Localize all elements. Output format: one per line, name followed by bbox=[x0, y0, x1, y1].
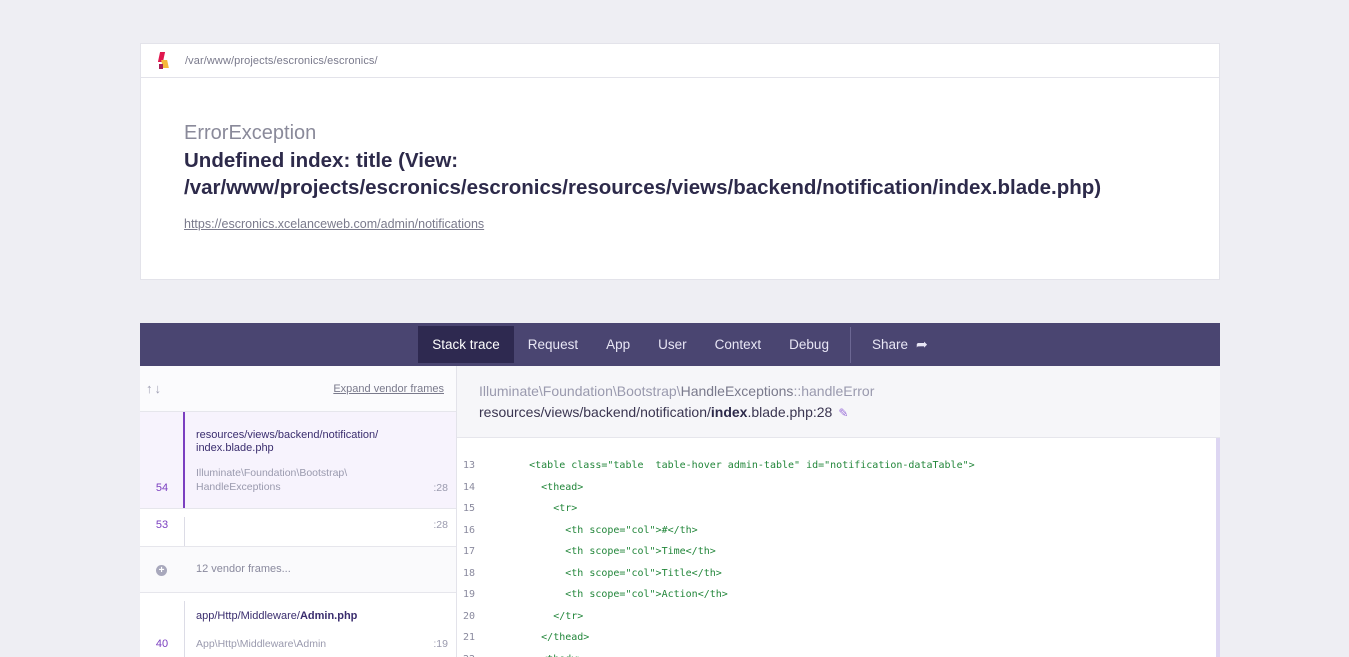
line-source: <tr> bbox=[493, 503, 578, 515]
tab-user[interactable]: User bbox=[644, 326, 701, 363]
frame-line: :19 bbox=[433, 638, 448, 650]
up-down-arrows-icon[interactable]: ↑↓ bbox=[146, 381, 163, 396]
tab-debug[interactable]: Debug bbox=[775, 326, 843, 363]
request-url-link[interactable]: https://escronics.xcelanceweb.com/admin/… bbox=[184, 217, 484, 231]
code-line: 16 <th scope="col">#</th> bbox=[457, 520, 1216, 542]
tab-context[interactable]: Context bbox=[701, 326, 776, 363]
exception-class: ErrorException bbox=[184, 122, 317, 144]
vendor-frames-label: 12 vendor frames... bbox=[196, 563, 291, 575]
line-number: 20 bbox=[463, 610, 476, 622]
code-snippet: 13 <table class="table table-hover admin… bbox=[457, 438, 1220, 657]
card-body: ErrorException Undefined index: title (V… bbox=[141, 78, 1219, 233]
share-label: Share bbox=[871, 337, 908, 352]
frame-number: 54 bbox=[155, 482, 169, 494]
pencil-icon[interactable]: ✎ bbox=[838, 406, 848, 420]
code-line: 19 <th scope="col">Action</th> bbox=[457, 584, 1216, 606]
frame-line: :28 bbox=[433, 519, 448, 531]
code-line: 22 <tbody> bbox=[457, 649, 1216, 657]
exception-message-line1: Undefined index: title (View: bbox=[184, 149, 459, 172]
tab-divider bbox=[849, 326, 851, 363]
exception-card: /var/www/projects/escronics/escronics/ E… bbox=[140, 43, 1220, 280]
exception-message-line2: /var/www/projects/escronics/escronics/re… bbox=[184, 176, 1102, 199]
line-number: 15 bbox=[463, 503, 476, 515]
line-source: <th scope="col">Time</th> bbox=[493, 546, 716, 558]
stack-frame[interactable]: app/Http/Middleware/Admin.php App\Http\M… bbox=[140, 593, 456, 657]
file-dir: resources/views/backend/notification/ bbox=[479, 404, 711, 420]
code-line: 15 <tr> bbox=[457, 498, 1216, 520]
line-number: 19 bbox=[463, 589, 476, 601]
tab-stack-trace[interactable]: Stack trace bbox=[418, 326, 514, 363]
code-panel-header: Illuminate\Foundation\Bootstrap\HandleEx… bbox=[457, 366, 1220, 438]
frame-file-path: app/Http/Middleware/ bbox=[196, 610, 300, 622]
frame-divider bbox=[184, 601, 185, 657]
tab-bar: Stack trace Request App User Context Deb… bbox=[140, 323, 1220, 366]
vendor-frames-group[interactable]: + 12 vendor frames... bbox=[140, 547, 456, 593]
line-source: <th scope="col">Action</th> bbox=[493, 589, 728, 601]
expand-vendor-frames-link[interactable]: Expand vendor frames bbox=[333, 383, 444, 395]
frame-number: 40 bbox=[155, 638, 169, 650]
file-name: index bbox=[710, 404, 748, 420]
line-number: 21 bbox=[463, 632, 476, 644]
stack-frame-selected[interactable]: resources/views/backend/notification/ in… bbox=[140, 412, 456, 509]
code-line: 21 </thead> bbox=[457, 627, 1216, 649]
frame-divider bbox=[184, 517, 185, 546]
exception-message: Undefined index: title (View: /var/www/p… bbox=[184, 147, 1176, 201]
stack-frames-header: ↑↓ Expand vendor frames bbox=[140, 366, 456, 412]
line-source: <th scope="col">Title</th> bbox=[493, 567, 722, 579]
frame-line: :28 bbox=[433, 482, 448, 494]
plus-circle-icon: + bbox=[156, 565, 167, 576]
frame-file-name: Admin.php bbox=[299, 610, 358, 622]
code-line: 20 </tr> bbox=[457, 606, 1216, 628]
frame-class-method: Illuminate\Foundation\Bootstrap\HandleEx… bbox=[479, 383, 1220, 400]
line-number: 13 bbox=[463, 460, 476, 472]
frame-class: App\Http\Middleware\Admin bbox=[196, 638, 327, 650]
ignition-logo-icon bbox=[157, 51, 169, 70]
file-suffix: .blade.php:28 bbox=[747, 404, 833, 420]
line-source: </thead> bbox=[493, 632, 590, 644]
stack-frame[interactable]: 53 :28 bbox=[140, 509, 456, 547]
line-source: <table class="table table-hover admin-ta… bbox=[493, 460, 975, 472]
tab-request[interactable]: Request bbox=[514, 326, 592, 363]
frame-number: 53 bbox=[155, 519, 169, 531]
code-line: 13 <table class="table table-hover admin… bbox=[457, 455, 1216, 477]
share-arrow-icon: ➦ bbox=[916, 336, 928, 352]
share-button[interactable]: Share ➦ bbox=[858, 326, 942, 363]
code-line: 14 <thead> bbox=[457, 477, 1216, 499]
method-name: ::handleError bbox=[793, 383, 875, 399]
frame-class: Illuminate\Foundation\Bootstrap\ HandleE… bbox=[196, 467, 348, 493]
project-path: /var/www/projects/escronics/escronics/ bbox=[185, 54, 378, 67]
code-panel: Illuminate\Foundation\Bootstrap\HandleEx… bbox=[457, 366, 1220, 657]
code-line: 18 <th scope="col">Title</th> bbox=[457, 563, 1216, 585]
code-line: 17 <th scope="col">Time</th> bbox=[457, 541, 1216, 563]
frame-file: app/Http/Middleware/Admin.php bbox=[196, 610, 416, 623]
stack-frames-panel: ↑↓ Expand vendor frames resources/views/… bbox=[140, 366, 457, 657]
tab-app[interactable]: App bbox=[592, 326, 644, 363]
code-rows: 13 <table class="table table-hover admin… bbox=[457, 438, 1216, 657]
card-top-bar: /var/www/projects/escronics/escronics/ bbox=[141, 44, 1219, 78]
class-namespace: Illuminate\Foundation\Bootstrap\ bbox=[479, 383, 681, 399]
line-number: 18 bbox=[463, 567, 476, 579]
line-source: <th scope="col">#</th> bbox=[493, 524, 698, 536]
line-number: 14 bbox=[463, 481, 476, 493]
frame-file-path: resources/views/backend/notification/ind… bbox=[479, 402, 1220, 423]
frame-file: resources/views/backend/notification/ in… bbox=[196, 429, 379, 454]
line-number: 16 bbox=[463, 524, 476, 536]
line-source: </tr> bbox=[493, 610, 584, 622]
class-name: HandleExceptions bbox=[680, 383, 794, 399]
line-number: 17 bbox=[463, 546, 476, 558]
line-source: <thead> bbox=[493, 481, 584, 493]
